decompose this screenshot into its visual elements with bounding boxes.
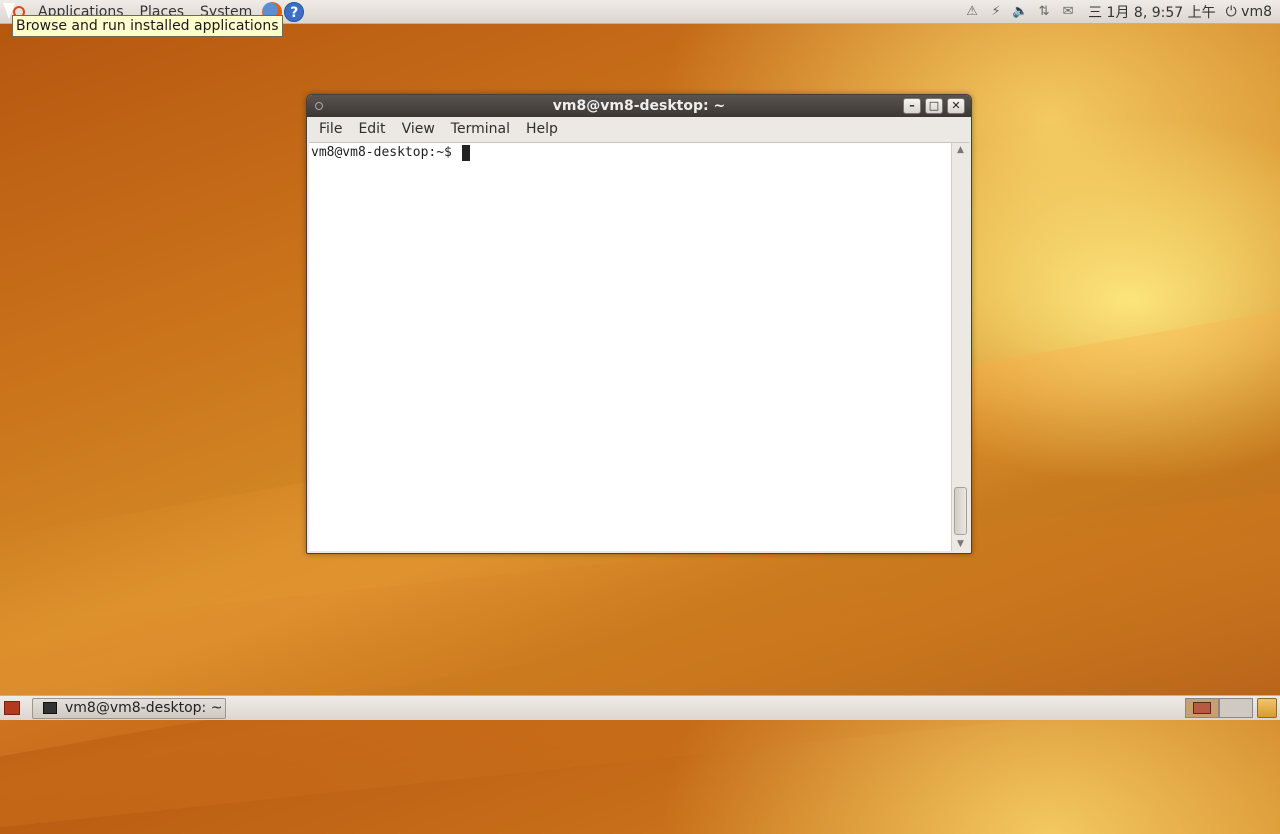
scroll-up-arrow-icon[interactable]: ▲ [952, 143, 969, 157]
window-menubar: File Edit View Terminal Help [307, 117, 971, 141]
system-tray: ⚠ ⚡ 🔈 ⇅ ✉ 三 1月 8, 9:57 上午 ⏻ vm8 [962, 0, 1280, 24]
maximize-button[interactable]: □ [925, 98, 943, 114]
network-icon[interactable]: ⚡ [986, 3, 1006, 21]
minimize-button[interactable]: – [903, 98, 921, 114]
window-controls: – □ ✕ [903, 98, 971, 114]
menu-view[interactable]: View [394, 121, 443, 137]
help-launcher-icon[interactable]: ? [284, 1, 305, 22]
bottom-panel: vm8@vm8-desktop: ~ [0, 695, 1280, 720]
menu-help[interactable]: Help [518, 121, 566, 137]
workspace-1[interactable] [1185, 698, 1219, 718]
mail-icon[interactable]: ✉ [1058, 3, 1078, 21]
terminal-area[interactable]: vm8@vm8-desktop:~$ ▲ ▼ [309, 142, 969, 551]
prompt: vm8@vm8-desktop:~$ [311, 145, 460, 160]
user-name: vm8 [1241, 3, 1272, 20]
text-cursor [461, 145, 470, 161]
clock[interactable]: 三 1月 8, 9:57 上午 [1082, 2, 1222, 22]
menu-terminal[interactable]: Terminal [443, 121, 518, 137]
scroll-down-arrow-icon[interactable]: ▼ [952, 537, 969, 551]
vertical-scrollbar[interactable]: ▲ ▼ [951, 143, 969, 551]
menu-edit[interactable]: Edit [350, 121, 393, 137]
user-menu[interactable]: ⏻ vm8 [1226, 4, 1272, 20]
close-button[interactable]: ✕ [947, 98, 965, 114]
alert-icon[interactable]: ⚠ [962, 3, 982, 21]
window-titlebar[interactable]: vm8@vm8-desktop: ~ – □ ✕ [307, 95, 971, 117]
workspace-switcher [1185, 698, 1253, 718]
window-title: vm8@vm8-desktop: ~ [552, 98, 726, 114]
scroll-thumb[interactable] [954, 487, 967, 535]
taskbar-item-label: vm8@vm8-desktop: ~ [65, 700, 223, 716]
terminal-window: vm8@vm8-desktop: ~ – □ ✕ File Edit View … [306, 94, 972, 554]
terminal-line: vm8@vm8-desktop:~$ [311, 145, 470, 161]
taskbar-item-terminal[interactable]: vm8@vm8-desktop: ~ [32, 697, 226, 719]
volume-icon[interactable]: 🔈 [1010, 3, 1030, 21]
terminal-icon [43, 702, 57, 714]
trash-icon[interactable] [1257, 698, 1277, 718]
workspace-2[interactable] [1219, 698, 1253, 718]
tooltip: Browse and run installed applications [12, 15, 283, 37]
menu-file[interactable]: File [311, 121, 350, 137]
show-desktop-icon[interactable] [4, 701, 20, 715]
power-icon: ⏻ [1225, 3, 1237, 20]
network-manager-icon[interactable]: ⇅ [1034, 3, 1054, 21]
